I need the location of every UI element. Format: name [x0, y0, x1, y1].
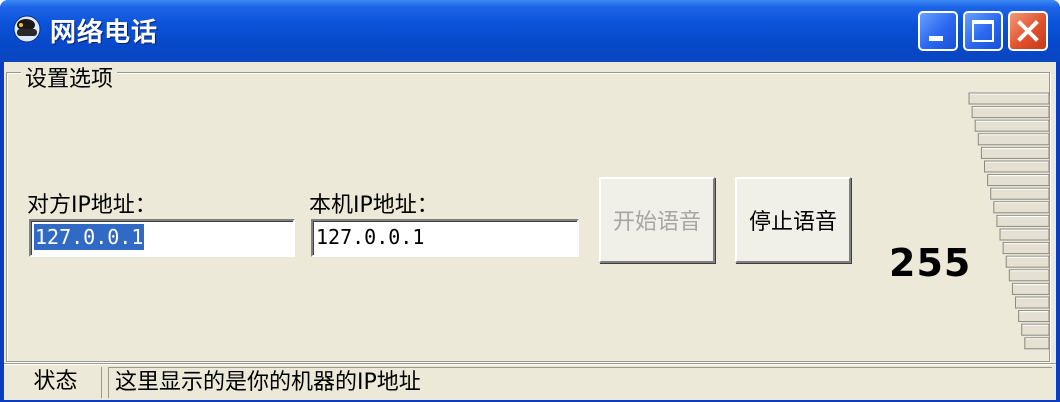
- local-ip-label: 本机IP地址：: [309, 193, 439, 218]
- meter-step: [1002, 242, 1050, 255]
- local-ip-input[interactable]: 127.0.0.1: [311, 219, 579, 257]
- meter-step: [987, 174, 1050, 187]
- meter-step: [977, 133, 1050, 146]
- minimize-button[interactable]: [918, 11, 958, 51]
- remote-ip-value: 127.0.0.1: [34, 224, 145, 250]
- meter-step: [1015, 296, 1050, 309]
- meter-step: [990, 187, 1050, 200]
- remote-ip-input[interactable]: 127.0.0.1: [29, 219, 295, 257]
- app-window: 网络电话 设置选项 对方IP地址： 127.0.0.1 本机IP地址： 127.…: [0, 0, 1060, 402]
- meter-step: [1024, 337, 1050, 350]
- meter-step: [1011, 282, 1050, 295]
- window-title: 网络电话: [50, 18, 159, 48]
- volume-meter[interactable]: [967, 91, 1051, 351]
- meter-step: [996, 214, 1050, 227]
- remote-ip-label: 对方IP地址：: [27, 193, 157, 218]
- minimize-icon: [929, 36, 943, 41]
- meter-step: [1008, 269, 1050, 282]
- level-value: 255: [889, 241, 972, 285]
- status-bar: 状态 这里显示的是你的机器的IP地址: [4, 363, 1056, 400]
- stop-voice-button[interactable]: 停止语音: [735, 177, 851, 263]
- title-bar[interactable]: 网络电话: [0, 0, 1060, 62]
- close-icon: [1017, 20, 1039, 42]
- meter-step: [984, 160, 1050, 173]
- meter-step: [980, 146, 1050, 159]
- meter-step: [968, 92, 1050, 105]
- meter-step: [974, 119, 1050, 132]
- local-ip-value: 127.0.0.1: [316, 225, 425, 249]
- meter-step: [1021, 323, 1050, 336]
- meter-step: [1005, 255, 1050, 268]
- app-icon: [13, 15, 41, 43]
- meter-step: [993, 201, 1050, 214]
- status-label: 状态: [10, 367, 102, 398]
- meter-step: [999, 228, 1050, 241]
- close-button[interactable]: [1008, 11, 1048, 51]
- maximize-icon: [972, 20, 994, 42]
- meter-step: [971, 106, 1050, 119]
- status-text: 这里显示的是你的机器的IP地址: [108, 367, 1052, 398]
- meter-step: [1018, 310, 1050, 323]
- settings-group: 设置选项 对方IP地址： 127.0.0.1 本机IP地址： 127.0.0.1…: [6, 67, 1051, 362]
- group-title: 设置选项: [21, 67, 118, 93]
- maximize-button[interactable]: [963, 11, 1003, 51]
- start-voice-button[interactable]: 开始语音: [599, 177, 715, 263]
- client-area: 设置选项 对方IP地址： 127.0.0.1 本机IP地址： 127.0.0.1…: [4, 62, 1056, 400]
